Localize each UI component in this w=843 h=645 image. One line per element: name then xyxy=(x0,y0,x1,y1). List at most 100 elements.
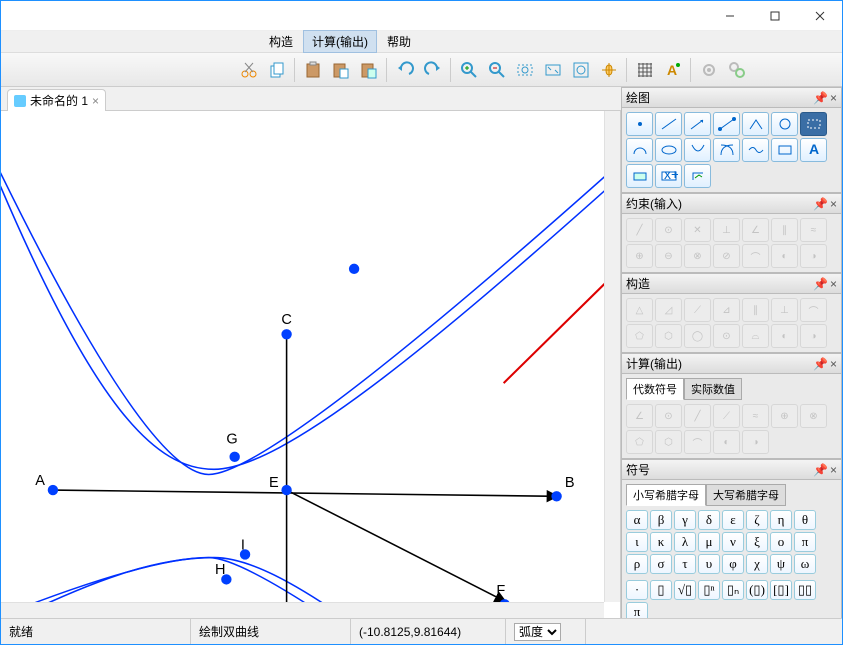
construct-tool[interactable]: ⬠ xyxy=(626,324,653,348)
pin-icon[interactable]: 📌 xyxy=(813,357,828,371)
draw-tool-9[interactable] xyxy=(655,138,682,162)
draw-tool-4[interactable] xyxy=(713,112,740,136)
draw-tool-5[interactable] xyxy=(742,112,769,136)
construct-tool[interactable]: ◐ xyxy=(771,324,798,348)
compute-tool[interactable]: ⬡ xyxy=(655,430,682,454)
math-symbol[interactable]: [▯] xyxy=(770,580,792,600)
constraint-tool[interactable]: ∠ xyxy=(742,218,769,242)
paste-special-icon[interactable] xyxy=(328,57,354,83)
horizontal-scrollbar[interactable] xyxy=(1,602,604,618)
compute-tool[interactable]: ∠ xyxy=(626,404,653,428)
greek-symbol[interactable]: π xyxy=(794,532,816,552)
panel-close-icon[interactable]: × xyxy=(830,277,837,291)
greek-symbol[interactable]: δ xyxy=(698,510,720,530)
constraint-tool[interactable]: ⊕ xyxy=(626,244,653,268)
compute-tool[interactable]: ⟋ xyxy=(713,404,740,428)
math-symbol[interactable]: ▯▯ xyxy=(794,580,816,600)
constraint-tool[interactable]: ⊘ xyxy=(713,244,740,268)
constraint-tool[interactable]: ⊗ xyxy=(684,244,711,268)
greek-symbol[interactable]: ω xyxy=(794,554,816,574)
grid-icon[interactable] xyxy=(632,57,658,83)
compute-tool[interactable]: ⊗ xyxy=(800,404,827,428)
cut-icon[interactable] xyxy=(236,57,262,83)
symbol-tab-upper[interactable]: 大写希腊字母 xyxy=(706,484,786,506)
construct-tool[interactable]: ⬡ xyxy=(655,324,682,348)
constraint-tool[interactable]: ⊥ xyxy=(713,218,740,242)
menu-compute[interactable]: 计算(输出) xyxy=(303,30,377,53)
draw-tool-14[interactable]: A xyxy=(800,138,827,162)
draw-tool-2[interactable] xyxy=(655,112,682,136)
zoom-window-icon[interactable] xyxy=(512,57,538,83)
draw-tool-6[interactable] xyxy=(771,112,798,136)
construct-tool[interactable]: ⟋ xyxy=(684,298,711,322)
tab-close-icon[interactable]: × xyxy=(92,94,99,108)
constraint-tool[interactable]: ∥ xyxy=(771,218,798,242)
settings2-icon[interactable] xyxy=(724,57,750,83)
constraint-tool[interactable]: ◐ xyxy=(771,244,798,268)
construct-tool[interactable]: ∥ xyxy=(742,298,769,322)
paste-icon[interactable] xyxy=(300,57,326,83)
constraint-tool[interactable]: ◑ xyxy=(800,244,827,268)
pin-icon[interactable]: 📌 xyxy=(813,91,828,105)
menu-construct[interactable]: 构造 xyxy=(261,31,301,52)
compute-tab-algebraic[interactable]: 代数符号 xyxy=(626,378,684,400)
greek-symbol[interactable]: ν xyxy=(722,532,744,552)
undo-icon[interactable] xyxy=(392,57,418,83)
constraint-tool[interactable]: ⌒ xyxy=(742,244,769,268)
construct-tool[interactable]: △ xyxy=(626,298,653,322)
label-icon[interactable]: A xyxy=(660,57,686,83)
draw-tool-10[interactable] xyxy=(684,138,711,162)
copy-icon[interactable] xyxy=(264,57,290,83)
compute-tool[interactable]: ◐ xyxy=(713,430,740,454)
constraint-tool[interactable]: ⊙ xyxy=(655,218,682,242)
math-symbol[interactable]: ▯ⁿ xyxy=(698,580,720,600)
redo-icon[interactable] xyxy=(420,57,446,83)
draw-tool-1[interactable] xyxy=(626,112,653,136)
construct-tool[interactable]: ⊙ xyxy=(713,324,740,348)
compute-tab-numeric[interactable]: 实际数值 xyxy=(684,378,742,400)
zoom-extent-icon[interactable] xyxy=(568,57,594,83)
construct-tool[interactable]: ⊥ xyxy=(771,298,798,322)
constraint-tool[interactable]: ≈ xyxy=(800,218,827,242)
greek-symbol[interactable]: λ xyxy=(674,532,696,552)
greek-symbol[interactable]: ρ xyxy=(626,554,648,574)
panel-close-icon[interactable]: × xyxy=(830,197,837,211)
draw-tool-17[interactable] xyxy=(684,164,711,188)
math-symbol[interactable]: π xyxy=(626,602,648,618)
constraint-tool[interactable]: ╱ xyxy=(626,218,653,242)
math-symbol[interactable]: (▯) xyxy=(746,580,768,600)
construct-tool[interactable]: ◯ xyxy=(684,324,711,348)
pin-icon[interactable]: 📌 xyxy=(813,463,828,477)
math-symbol[interactable]: ▯ xyxy=(650,580,672,600)
constraint-tool[interactable]: ✕ xyxy=(684,218,711,242)
paste-image-icon[interactable] xyxy=(356,57,382,83)
maximize-button[interactable] xyxy=(752,1,797,31)
zoom-in-icon[interactable] xyxy=(456,57,482,83)
greek-symbol[interactable]: ο xyxy=(770,532,792,552)
zoom-out-icon[interactable] xyxy=(484,57,510,83)
greek-symbol[interactable]: τ xyxy=(674,554,696,574)
pin-icon[interactable]: 📌 xyxy=(813,277,828,291)
math-symbol[interactable]: ▯ₙ xyxy=(722,580,744,600)
compute-tool[interactable]: ≈ xyxy=(742,404,769,428)
draw-tool-11[interactable] xyxy=(713,138,740,162)
document-tab[interactable]: 未命名的 1 × xyxy=(7,89,106,111)
panel-close-icon[interactable]: × xyxy=(830,91,837,105)
greek-symbol[interactable]: η xyxy=(770,510,792,530)
symbol-tab-lower[interactable]: 小写希腊字母 xyxy=(626,484,706,506)
zoom-fit-icon[interactable] xyxy=(540,57,566,83)
pin-icon[interactable]: 📌 xyxy=(813,197,828,211)
draw-tool-13[interactable] xyxy=(771,138,798,162)
compute-tool[interactable]: ⊕ xyxy=(771,404,798,428)
compute-tool[interactable]: ⬠ xyxy=(626,430,653,454)
greek-symbol[interactable]: φ xyxy=(722,554,744,574)
greek-symbol[interactable]: θ xyxy=(794,510,816,530)
construct-tool[interactable]: ◿ xyxy=(655,298,682,322)
settings1-icon[interactable] xyxy=(696,57,722,83)
greek-symbol[interactable]: χ xyxy=(746,554,768,574)
compute-tool[interactable]: ◑ xyxy=(742,430,769,454)
greek-symbol[interactable]: μ xyxy=(698,532,720,552)
draw-tool-15[interactable] xyxy=(626,164,653,188)
minimize-button[interactable] xyxy=(707,1,752,31)
greek-symbol[interactable]: ζ xyxy=(746,510,768,530)
